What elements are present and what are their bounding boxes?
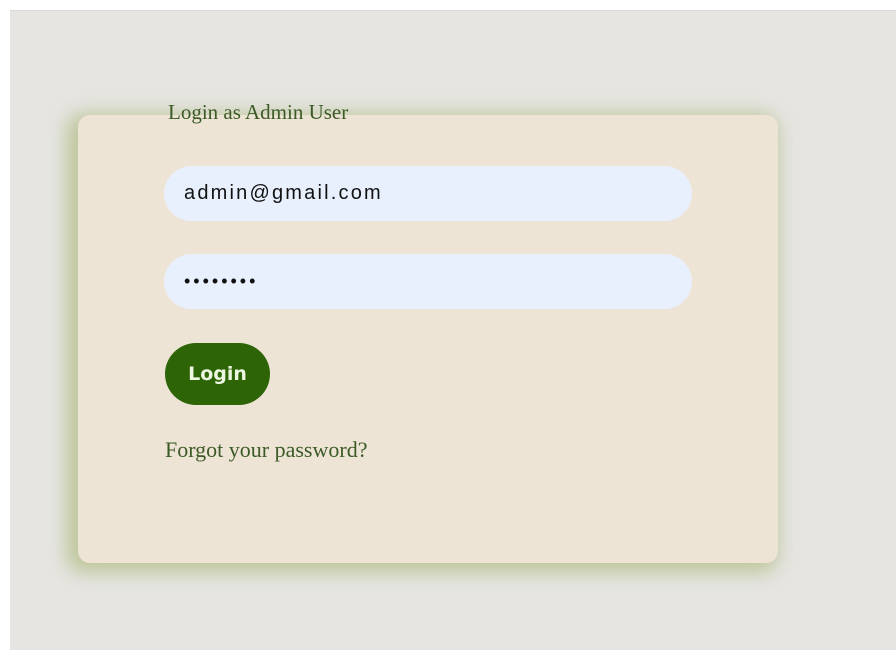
login-title: Login as Admin User bbox=[168, 100, 349, 124]
email-field[interactable] bbox=[164, 166, 692, 221]
forgot-password-link[interactable]: Forgot your password? bbox=[165, 437, 367, 463]
login-button[interactable]: Login bbox=[165, 343, 270, 405]
password-field[interactable] bbox=[164, 254, 692, 309]
